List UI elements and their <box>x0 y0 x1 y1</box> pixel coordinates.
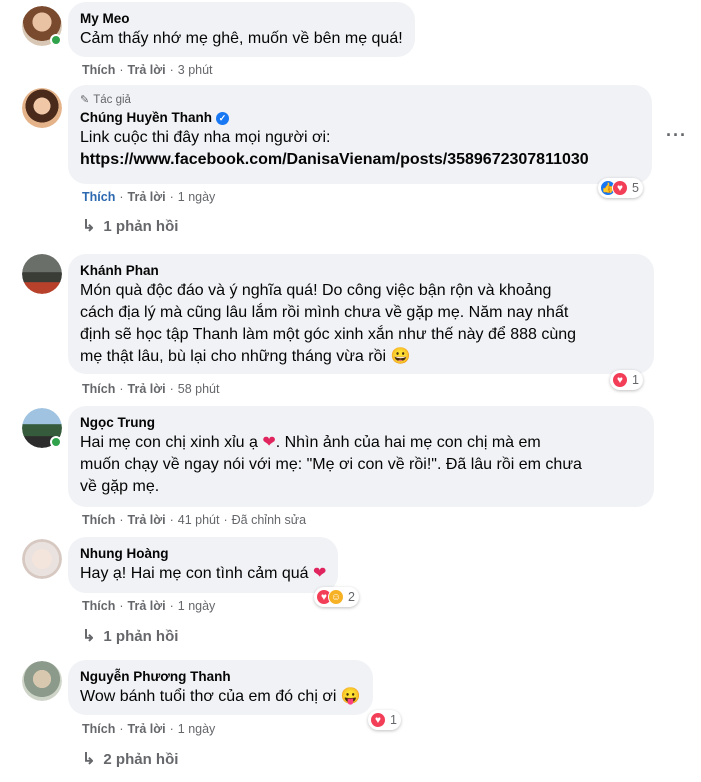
comment-text: Hay ạ! Hai mẹ con tình cảm quá ❤ <box>80 563 326 585</box>
tongue-emoji-icon: 😛 <box>340 688 361 705</box>
comment-bubble: My Meo Cảm thấy nhớ mẹ ghê, muốn về bên … <box>68 2 415 57</box>
reaction-count: 1 <box>390 713 397 727</box>
comment-author[interactable]: Khánh Phan <box>80 262 642 280</box>
comment-actions: Thích · Trả lời · 58 phút <box>82 381 220 397</box>
like-button[interactable]: Thích <box>82 721 115 737</box>
reply-arrow-icon: ↳ <box>82 628 96 645</box>
care-reaction-icon: ☺ <box>328 589 344 605</box>
comment-time[interactable]: 58 phút <box>178 381 220 397</box>
pencil-icon: ✎ <box>80 94 90 106</box>
comment-author[interactable]: Ngọc Trung <box>80 414 642 432</box>
edited-label: Đã chỉnh sửa <box>231 513 307 527</box>
verified-icon: ✓ <box>216 111 229 125</box>
comment-time[interactable]: 1 ngày <box>178 721 216 737</box>
comment-bubble: ✎ Tác giả Chúng Huyền Thanh ✓ Link cuộc … <box>68 85 652 184</box>
red-heart-icon: ❤ <box>313 565 327 582</box>
comment-text-line: mẹ thật lâu, bù lại cho những tháng vừa … <box>80 346 642 368</box>
comment-bubble: Ngọc Trung Hai mẹ con chị xinh xỉu ạ ❤. … <box>68 406 654 507</box>
comment-actions: Thích · Trả lời · 3 phút <box>82 62 213 78</box>
love-reaction-icon: ♥ <box>370 712 386 728</box>
avatar[interactable] <box>22 661 62 701</box>
reply-arrow-icon: ↳ <box>82 751 96 768</box>
comment-text-line: Hai mẹ con chị xinh xỉu ạ ❤. Nhìn ảnh củ… <box>80 432 642 454</box>
comment-bubble: Nguyễn Phương Thanh Wow bánh tuổi thơ củ… <box>68 660 373 715</box>
view-replies-button[interactable]: ↳ 2 phản hồi <box>82 749 178 769</box>
online-status-dot <box>50 436 62 448</box>
reaction-summary[interactable]: ♥ ☺ 2 <box>314 587 359 607</box>
like-button[interactable]: Thích <box>82 512 115 528</box>
author-badge: ✎ Tác giả <box>80 94 131 106</box>
red-heart-icon: ❤ <box>262 434 276 451</box>
avatar[interactable] <box>22 88 62 128</box>
comment-bubble: Nhung Hoàng Hay ạ! Hai mẹ con tình cảm q… <box>68 537 339 593</box>
comment-time[interactable]: 1 ngày <box>178 189 216 205</box>
reaction-count: 5 <box>632 181 639 195</box>
reply-button[interactable]: Trả lời <box>128 381 166 397</box>
more-options-icon[interactable]: ··· <box>666 126 687 144</box>
view-replies-button[interactable]: ↳ 1 phản hồi <box>82 216 178 236</box>
comment-text: Wow bánh tuổi thơ của em đó chị ơi 😛 <box>80 686 361 708</box>
avatar[interactable] <box>22 254 62 294</box>
reply-button[interactable]: Trả lời <box>128 598 166 614</box>
online-status-dot <box>50 34 62 46</box>
reaction-summary[interactable]: ♥ 1 <box>610 370 643 390</box>
comment-actions: Thích · Trả lời · 1 ngày <box>82 189 216 205</box>
comment-author[interactable]: Chúng Huyền Thanh ✓ <box>80 109 640 127</box>
like-button[interactable]: Thích <box>82 598 115 614</box>
comment-text-line: định sẽ học tập Thanh làm một góc xinh x… <box>80 326 577 343</box>
smile-emoji-icon: 😀 <box>390 348 411 365</box>
comment-actions: Thích · Trả lời · 1 ngày <box>82 598 216 614</box>
reply-button[interactable]: Trả lời <box>128 721 166 737</box>
reaction-count: 2 <box>348 590 355 604</box>
love-reaction-icon: ♥ <box>612 180 628 196</box>
comment-text-line: cách địa lý mà cũng lâu lắm rồi mình chư… <box>80 304 569 321</box>
comment-actions: Thích · Trả lời · 1 ngày <box>82 721 216 737</box>
comment-link[interactable]: https://www.facebook.com/DanisaVienam/po… <box>80 149 640 171</box>
comment-text: Cảm thấy nhớ mẹ ghê, muốn về bên mẹ quá! <box>80 30 403 47</box>
comment-time[interactable]: 1 ngày <box>178 598 216 614</box>
comment-actions: Thích · Trả lời · 41 phút · Đã chỉnh sửa <box>82 512 307 528</box>
like-button[interactable]: Thích <box>82 62 115 78</box>
comment-bubble: Khánh Phan Món quà độc đáo và ý nghĩa qu… <box>68 254 654 374</box>
like-button[interactable]: Thích <box>82 381 115 397</box>
comment-author[interactable]: Nhung Hoàng <box>80 545 326 563</box>
reply-button[interactable]: Trả lời <box>128 512 166 528</box>
avatar[interactable] <box>22 539 62 579</box>
reaction-count: 1 <box>632 373 639 387</box>
comment-text-line: Món quà độc đáo và ý nghĩa quá! Do công … <box>80 282 552 299</box>
comment-text: Link cuộc thi đây nha mọi người ơi: <box>80 129 331 146</box>
comment-time[interactable]: 3 phút <box>178 62 213 78</box>
comment-time[interactable]: 41 phút <box>178 512 220 528</box>
reaction-summary[interactable]: 👍 ♥ 5 <box>598 178 643 198</box>
love-reaction-icon: ♥ <box>612 372 628 388</box>
reply-button[interactable]: Trả lời <box>128 62 166 78</box>
like-button[interactable]: Thích <box>82 189 115 205</box>
reply-arrow-icon: ↳ <box>82 218 96 235</box>
comment-author[interactable]: My Meo <box>80 10 403 28</box>
reaction-summary[interactable]: ♥ 1 <box>368 710 401 730</box>
reply-button[interactable]: Trả lời <box>128 189 166 205</box>
view-replies-button[interactable]: ↳ 1 phản hồi <box>82 626 178 646</box>
comment-author[interactable]: Nguyễn Phương Thanh <box>80 668 361 686</box>
comment-text-line: muốn chạy về ngay nói với mẹ: "Mẹ ơi con… <box>80 456 582 473</box>
comment-text-line: về gặp mẹ. <box>80 478 160 495</box>
